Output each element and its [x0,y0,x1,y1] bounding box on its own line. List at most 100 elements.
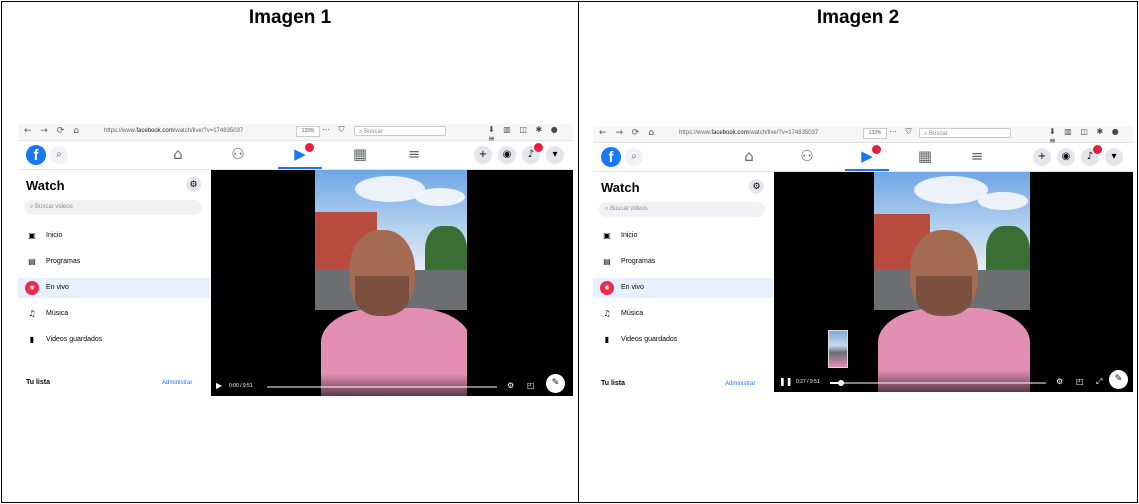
music-icon: ♫ [28,309,36,318]
facebook-logo-icon[interactable]: f [601,147,621,167]
browser-search-input[interactable]: ⌕ Buscar [919,128,1011,138]
video-search-input[interactable]: ⌕ Buscar videos [24,200,202,215]
zoom-level[interactable]: 133% [863,128,887,139]
create-icon[interactable]: + [474,146,492,164]
address-bar[interactable]: https://www.facebook.com/watch/live/?v=1… [104,126,294,136]
compose-icon[interactable]: ✎ [1109,370,1128,389]
manage-list-link[interactable]: Administrar [162,380,192,386]
marketplace-icon[interactable]: ▦ [913,147,937,165]
sidebar-item-label: Música [46,310,69,317]
sidebar-item-inicio[interactable]: ▣ Inicio [18,226,210,246]
cloud [415,188,465,206]
shows-icon: ▤ [28,257,36,266]
create-icon[interactable]: + [1033,148,1051,166]
bookmark-icon: ▮ [29,335,35,344]
screenshot-image: ← → ⟳ ⌂ https://www.facebook.com/watch/l… [18,124,573,414]
marketplace-icon[interactable]: ▦ [348,145,372,163]
progress-track[interactable] [267,386,497,388]
sidebar-item-musica[interactable]: ♫ Música [593,304,773,324]
messenger-icon[interactable]: ◉ [1057,148,1075,166]
url-prefix: https://www. [104,128,137,134]
url-path: /watch/live/?v=174835037 [173,128,244,134]
sidebar-item-label: Videos guardados [621,336,678,343]
table-cell-imagen-1: Imagen 1 ← → ⟳ ⌂ https://www.facebook.co… [2,2,579,502]
url-path: /watch/live/?v=174835037 [748,130,819,136]
pip-icon[interactable]: ◰ [527,381,535,390]
beard [916,276,972,316]
play-icon[interactable]: ▶ [216,381,222,390]
home-icon[interactable]: ⌂ [166,145,190,163]
friends-icon[interactable]: ⚇ [226,145,250,163]
notification-dot [534,143,543,152]
progress-knob[interactable] [837,380,844,386]
video-player[interactable]: ❚❚ 0:27 / 9:51 ⚙ ◰ ⤢ [774,172,1133,392]
list-title: Tu lista [26,379,50,386]
url-host: facebook.com [711,130,749,136]
search-icon[interactable]: ⌕ [50,146,68,164]
sidebar-item-programas[interactable]: ▤ Programas [18,252,210,272]
browser-search-placeholder: Buscar [929,131,948,137]
live-icon: ◉ [600,281,614,295]
sidebar-item-label: En vivo [621,284,644,291]
bookmark-icon: ▮ [604,335,610,344]
settings-icon[interactable]: ⚙ [507,381,514,390]
document-table: Imagen 1 ← → ⟳ ⌂ https://www.facebook.co… [1,1,1138,503]
facebook-header: f ⌕ ⌂ ⚇ ▶ ▦ ≡ + ◉ ♪ ▾ [593,143,1133,172]
url-prefix: https://www. [679,130,712,136]
messenger-icon[interactable]: ◉ [498,146,516,164]
manage-list-link[interactable]: Administrar [725,381,755,387]
sidebar-item-label: En vivo [46,284,69,291]
video-player[interactable]: ▶ 0:00 / 9:51 ⚙ ◰ ⤢ [211,170,573,396]
sidebar-item-label: Inicio [621,232,638,239]
screenshot-image: ← → ⟳ ⌂ https://www.facebook.com/watch/l… [593,126,1133,404]
search-icon[interactable]: ⌕ [625,148,643,166]
watch-sidebar: Watch ⚙ ⌕ Buscar videos ▣ Inicio ▤ Progr… [593,172,773,404]
account-menu-icon[interactable]: ▾ [1105,148,1123,166]
video-frame [315,170,467,396]
sidebar-item-en-vivo[interactable]: ◉ En vivo [593,278,773,298]
video-frame [874,172,1030,392]
sidebar-item-inicio[interactable]: ▣ Inicio [593,226,773,246]
account-menu-icon[interactable]: ▾ [546,146,564,164]
menu-icon[interactable]: ≡ [965,147,989,165]
tv-icon: ▣ [603,231,611,240]
fullscreen-icon[interactable]: ⤢ [1096,377,1102,387]
sidebar-item-musica[interactable]: ♫ Música [18,304,210,324]
video-search-input[interactable]: ⌕ Buscar videos [599,202,765,217]
friends-icon[interactable]: ⚇ [795,147,819,165]
facebook-logo-icon[interactable]: f [26,145,46,165]
shows-icon: ▤ [603,257,611,266]
list-title: Tu lista [601,380,625,387]
sidebar-item-label: Programas [46,258,81,265]
settings-gear-icon[interactable]: ⚙ [186,177,201,192]
facebook-header: f ⌕ ⌂ ⚇ ▶ ▦ ≡ + ◉ ♪ ▾ [18,141,573,170]
progress-track[interactable] [830,380,1046,386]
sidebar-item-label: Videos guardados [46,336,103,343]
sidebar-item-en-vivo[interactable]: ◉ En vivo [18,278,210,298]
live-icon: ◉ [25,281,39,295]
zoom-level[interactable]: 133% [296,126,320,137]
settings-gear-icon[interactable]: ⚙ [749,179,764,194]
sidebar-title: Watch [26,178,65,193]
video-time: 0:00 / 9:51 [229,383,253,389]
preview-thumbnail [828,330,848,368]
pip-icon[interactable]: ◰ [1076,377,1084,386]
browser-nav-icons: ← → ⟳ ⌂ [24,126,82,136]
address-bar[interactable]: https://www.facebook.com/watch/live/?v=1… [679,128,869,138]
player-controls: ❚❚ 0:27 / 9:51 ⚙ ◰ ⤢ [774,370,1133,392]
home-icon[interactable]: ⌂ [737,147,761,165]
sidebar-item-videos-guardados[interactable]: ▮ Videos guardados [18,330,210,350]
active-tab-indicator [845,169,889,171]
cell-title: Imagen 2 [816,7,900,28]
video-search-placeholder: Buscar videos [35,204,73,210]
browser-nav-icons: ← → ⟳ ⌂ [599,128,657,138]
menu-icon[interactable]: ≡ [402,145,426,163]
settings-icon[interactable]: ⚙ [1056,377,1063,386]
video-search-placeholder: Buscar videos [610,206,648,212]
browser-search-input[interactable]: ⌕ Buscar [354,126,446,136]
sidebar-item-label: Inicio [46,232,63,239]
sidebar-item-programas[interactable]: ▤ Programas [593,252,773,272]
compose-icon[interactable]: ✎ [546,374,565,393]
sidebar-item-videos-guardados[interactable]: ▮ Videos guardados [593,330,773,350]
pause-icon[interactable]: ❚❚ [779,377,792,386]
